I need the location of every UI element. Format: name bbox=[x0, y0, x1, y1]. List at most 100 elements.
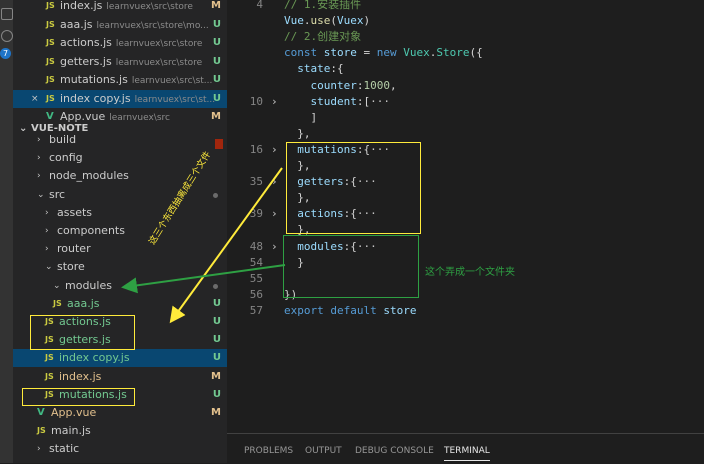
git-status: M bbox=[211, 111, 221, 122]
code-token: }, bbox=[284, 126, 311, 140]
tree-folder[interactable]: › router bbox=[13, 240, 227, 258]
code-token: 1000 bbox=[363, 78, 390, 92]
tree-file[interactable]: JS aaa.js U bbox=[13, 295, 227, 313]
tab-debug-console[interactable]: DEBUG CONSOLE bbox=[355, 446, 434, 460]
tree-folder[interactable]: ⌄ modules bbox=[13, 277, 227, 295]
git-status: U bbox=[212, 388, 221, 400]
files-icon[interactable] bbox=[1, 8, 13, 20]
fold-chevron-icon[interactable]: › bbox=[271, 239, 278, 255]
open-editor-item[interactable]: × JS index copy.js learnvuex\src\st... U bbox=[13, 89, 227, 108]
folder-name: build bbox=[49, 133, 77, 146]
js-file-icon: JS bbox=[53, 298, 62, 308]
line-number bbox=[227, 222, 263, 238]
vue-file-icon: V bbox=[37, 407, 45, 418]
git-status: M bbox=[211, 407, 221, 418]
code-token: state bbox=[297, 62, 331, 76]
line-number bbox=[227, 126, 263, 142]
js-file-icon: JS bbox=[46, 1, 55, 10]
git-status: U bbox=[212, 18, 221, 30]
yellow-box-actions-getters bbox=[30, 315, 135, 350]
tree-file[interactable]: JS main.js bbox=[13, 422, 227, 440]
git-status: U bbox=[212, 74, 221, 85]
code-line: }, bbox=[284, 126, 311, 142]
code-line: student:[··· bbox=[284, 94, 390, 110]
code-token: :[ bbox=[356, 94, 371, 108]
chevron-right-icon: › bbox=[45, 244, 49, 255]
folder-name: router bbox=[57, 242, 91, 256]
folder-name: modules bbox=[65, 278, 112, 292]
file-path: learnvuex\src bbox=[109, 113, 170, 123]
code-token: const bbox=[284, 46, 318, 60]
tree-folder[interactable]: ⌄ src bbox=[13, 186, 227, 204]
tab-problems[interactable]: PROBLEMS bbox=[244, 446, 293, 460]
file-name: mutations.js learnvuex\src\st... bbox=[60, 73, 213, 86]
fold-chevron-icon[interactable]: › bbox=[271, 94, 278, 110]
tab-output[interactable]: OUTPUT bbox=[305, 446, 342, 460]
chevron-right-icon: › bbox=[37, 171, 41, 182]
vue-file-icon: V bbox=[46, 111, 54, 122]
bottom-panel: PROBLEMS OUTPUT DEBUG CONSOLE TERMINAL bbox=[227, 433, 704, 464]
git-status: M bbox=[211, 0, 221, 11]
tree-file[interactable]: V App.vue M bbox=[13, 404, 227, 422]
file-path: learnvuex\src\store\mo... bbox=[96, 20, 209, 31]
code-line: // 2.创建对象 bbox=[284, 29, 361, 45]
file-name: actions.js learnvuex\src\store bbox=[60, 36, 203, 49]
tree-folder[interactable]: ⌄ store bbox=[13, 258, 227, 276]
close-icon[interactable]: × bbox=[31, 90, 39, 108]
search-icon[interactable] bbox=[1, 30, 13, 42]
git-status: U bbox=[212, 334, 221, 346]
line-number bbox=[227, 110, 263, 126]
chevron-right-icon: › bbox=[37, 153, 41, 164]
tab-terminal[interactable]: TERMINAL bbox=[444, 446, 490, 461]
line-number: 54 bbox=[249, 255, 263, 269]
code-line: export default store bbox=[284, 303, 416, 319]
tree-folder[interactable]: › build bbox=[13, 131, 227, 149]
code-token: // 1.安装插件 bbox=[284, 0, 362, 11]
open-editor-item[interactable]: JS getters.js learnvuex\src\store U bbox=[13, 53, 227, 71]
tree-folder[interactable]: › assets bbox=[13, 204, 227, 222]
tree-file[interactable]: JS index copy.js U bbox=[13, 349, 227, 368]
file-name: main.js bbox=[51, 424, 91, 438]
open-editor-item[interactable]: JS mutations.js learnvuex\src\st... U bbox=[13, 71, 227, 89]
code-line: const store = new Vuex.Store({ bbox=[284, 45, 483, 61]
yellow-box-mutations bbox=[22, 388, 135, 406]
open-editor-item[interactable]: JS index.js learnvuex\src\store M bbox=[13, 0, 227, 15]
file-name: index copy.js learnvuex\src\st... bbox=[60, 91, 216, 105]
file-name: aaa.js learnvuex\src\store\mo... bbox=[60, 17, 209, 31]
file-name: index.js learnvuex\src\store bbox=[60, 0, 193, 12]
code-token: :{ bbox=[330, 62, 344, 76]
code-line: state:{ bbox=[284, 61, 344, 77]
source-control-badge[interactable]: 7 bbox=[0, 48, 11, 59]
tree-file[interactable]: JS index.js M bbox=[13, 368, 227, 386]
git-status: M bbox=[211, 370, 221, 382]
open-editor-item[interactable]: JS actions.js learnvuex\src\store U bbox=[13, 34, 227, 52]
open-editor-item[interactable]: V App.vue learnvuex\src M bbox=[13, 108, 227, 126]
code-token: store bbox=[323, 46, 357, 60]
folder-name: assets bbox=[57, 205, 93, 219]
file-path: learnvuex\src\st... bbox=[131, 76, 213, 86]
fold-chevron-icon[interactable]: › bbox=[271, 174, 278, 190]
folder-note: 这个弄成一个文件夹 bbox=[425, 267, 515, 278]
line-number bbox=[227, 61, 263, 77]
fold-chevron-icon[interactable]: › bbox=[271, 142, 278, 158]
code-token: Vuex bbox=[403, 46, 430, 60]
file-name: getters.js learnvuex\src\store bbox=[60, 54, 203, 68]
tree-folder[interactable]: › static bbox=[13, 440, 227, 458]
open-editor-item[interactable]: JS aaa.js learnvuex\src\store\mo... U bbox=[13, 16, 227, 34]
line-number bbox=[227, 45, 263, 61]
code-line: Vue.use(Vuex) bbox=[284, 13, 370, 29]
line-number bbox=[227, 158, 263, 174]
tree-folder[interactable]: › components bbox=[13, 222, 227, 240]
code-token: use bbox=[310, 14, 331, 28]
green-box-editor bbox=[283, 235, 419, 298]
chevron-right-icon: › bbox=[37, 444, 41, 455]
file-name: aaa.js bbox=[67, 296, 100, 310]
code-token: . bbox=[303, 14, 311, 28]
fold-chevron-icon[interactable]: › bbox=[271, 206, 278, 222]
folder-name: static bbox=[49, 442, 80, 456]
line-number: 57 bbox=[249, 303, 263, 317]
red-marker bbox=[215, 139, 223, 149]
code-token: ) bbox=[363, 14, 371, 28]
